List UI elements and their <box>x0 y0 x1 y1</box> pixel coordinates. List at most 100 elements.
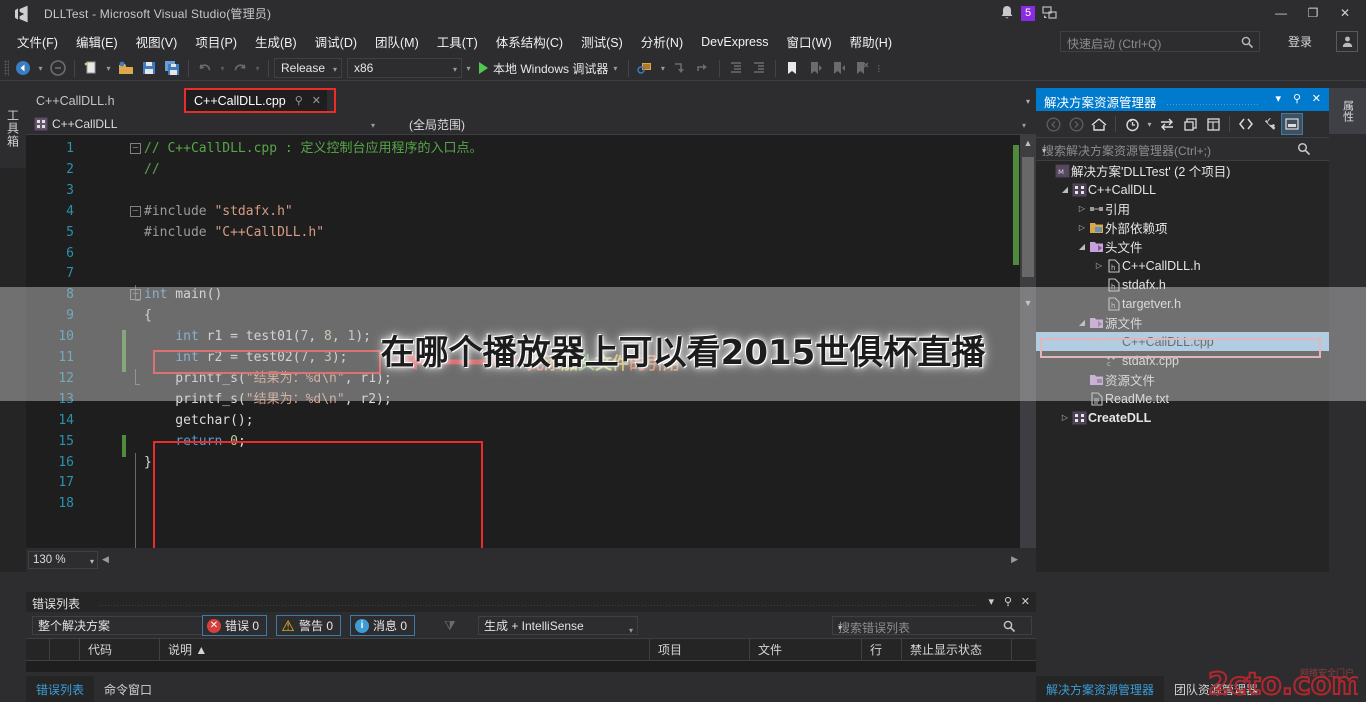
chevron-down-icon[interactable]: ▾ <box>1042 146 1322 155</box>
redo-dropdown[interactable]: ▾ <box>252 57 263 79</box>
back-icon[interactable] <box>1042 113 1064 135</box>
editor-tab-h[interactable]: C++CallDLL.h <box>26 88 125 113</box>
tree-item[interactable]: 资源文件 <box>1036 370 1329 389</box>
undo-dropdown[interactable]: ▾ <box>217 57 228 79</box>
scroll-down-icon[interactable]: ▼ <box>1020 295 1036 311</box>
error-list-search[interactable]: 搜索错误列表 ▾ <box>832 616 1032 635</box>
solution-platform-combo[interactable]: x86 ▾ <box>347 58 462 78</box>
menu-item-view[interactable]: 视图(V) <box>127 28 187 55</box>
fold-collapse-icon[interactable]: – <box>130 205 141 217</box>
chevron-down-icon[interactable]: ▾ <box>613 64 617 73</box>
tree-item[interactable]: c stdafx.cpp <box>1036 351 1329 370</box>
clear-bookmark-icon[interactable] <box>850 57 872 79</box>
scope-combo-left[interactable]: C++CallDLL ▾ <box>30 114 380 134</box>
scroll-up-icon[interactable]: ▲ <box>1020 135 1036 151</box>
tree-item[interactable]: ◢ C++CallDLL <box>1036 180 1329 199</box>
scope-combo-right[interactable]: (全局范围) ▾ <box>401 114 1031 134</box>
tree-item[interactable]: ▷ c C++CallDLL.cpp <box>1036 332 1329 351</box>
new-item-dropdown[interactable]: ▾ <box>103 57 114 79</box>
solution-explorer-search[interactable]: 搜索解决方案资源管理器(Ctrl+;) ▾ <box>1036 137 1329 161</box>
tree-item[interactable]: м 解决方案'DLLTest' (2 个项目) <box>1036 161 1329 180</box>
toolbar-grip[interactable] <box>4 60 9 76</box>
bookmark-icon[interactable] <box>781 57 803 79</box>
increase-indent-icon[interactable] <box>748 57 770 79</box>
start-debugging-button[interactable]: 本地 Windows 调试器 ▾ <box>475 57 623 79</box>
tree-item[interactable]: ▷ CreateDLL <box>1036 408 1329 427</box>
pin-icon[interactable]: ⚲ <box>1293 92 1301 105</box>
clear-filter-icon[interactable]: ⧩ <box>444 618 456 634</box>
code-line[interactable]: 1 –// C++CallDLL.cpp : 定义控制台应用程序的入口点。 <box>26 139 1036 160</box>
chevron-down-icon[interactable]: ▾ <box>453 65 457 74</box>
navigate-back-dropdown[interactable]: ▾ <box>35 57 46 79</box>
notification-bell-icon[interactable] <box>1000 5 1014 21</box>
close-icon[interactable]: ✕ <box>1021 595 1030 608</box>
message-filter-button[interactable]: i 消息 0 <box>350 615 416 636</box>
dock-tab-command-window[interactable]: 命令窗口 <box>94 676 162 702</box>
properties-window-icon[interactable] <box>1202 113 1224 135</box>
navigate-forward-icon[interactable] <box>47 57 69 79</box>
attach-dropdown[interactable]: ▾ <box>657 57 668 79</box>
quick-launch-input[interactable]: 快速启动 (Ctrl+Q) <box>1060 31 1260 52</box>
tree-item[interactable]: ◢ 源文件 <box>1036 313 1329 332</box>
error-list-body[interactable] <box>26 661 1036 672</box>
code-line[interactable]: 4 – #include "stdafx.h" <box>26 202 1036 223</box>
pin-icon[interactable]: ⚲ <box>295 94 303 107</box>
code-line[interactable]: 8–int main() <box>26 285 1036 306</box>
tree-item[interactable]: ▷ h C++CallDLL.h <box>1036 256 1329 275</box>
menu-item-devexpress[interactable]: DevExpress <box>692 31 777 53</box>
code-line[interactable]: 10 int r1 = test01(7, 8, 1); <box>26 327 1036 348</box>
close-icon[interactable]: ✕ <box>312 94 321 107</box>
build-filter-combo[interactable]: 生成 + IntelliSense ▾ <box>478 616 638 635</box>
undo-icon[interactable] <box>194 57 216 79</box>
editor-tab-cpp[interactable]: C++CallDLL.cpp ⚲ ✕ <box>184 88 327 113</box>
decrease-indent-icon[interactable] <box>725 57 747 79</box>
close-button[interactable]: ✕ <box>1330 2 1360 24</box>
error-filter-button[interactable]: ✕ 错误 0 <box>202 615 268 636</box>
show-all-files-icon[interactable] <box>1235 113 1257 135</box>
sign-in-button[interactable]: 登录 <box>1288 33 1312 50</box>
code-line[interactable]: 13 printf_s("结果为：%d\n", r2); <box>26 390 1036 411</box>
fold-collapse-icon[interactable]: – <box>130 143 141 154</box>
prev-bookmark-icon[interactable] <box>827 57 849 79</box>
open-file-icon[interactable] <box>115 57 137 79</box>
menu-item-debug[interactable]: 调试(D) <box>306 28 366 55</box>
solution-tree[interactable]: м 解决方案'DLLTest' (2 个项目) ◢ C++CallDLL ▷ 引用 ▷ 外部依… <box>1036 161 1329 572</box>
properties-tab[interactable]: 属性 <box>1329 88 1366 134</box>
collapse-all-icon[interactable] <box>1179 113 1201 135</box>
dock-tab-team-explorer[interactable]: 团队资源管理器 <box>1164 676 1268 702</box>
code-editor[interactable]: 1–// C++CallDLL.cpp : 定义控制台应用程序的入口点。 2//3… <box>26 135 1036 548</box>
pending-changes-icon[interactable] <box>1121 113 1143 135</box>
toolbox-tab[interactable]: 工具箱 <box>0 88 26 168</box>
chevron-collapsed-icon[interactable]: ▷ <box>1076 223 1088 232</box>
code-line[interactable]: 2 // <box>26 160 1036 181</box>
menu-item-help[interactable]: 帮助(H) <box>841 28 901 55</box>
tree-item[interactable]: ▷ 外部依赖项 <box>1036 218 1329 237</box>
toolbar-overflow-icon[interactable]: ⋮ <box>873 57 884 79</box>
menu-item-architecture[interactable]: 体系结构(C) <box>487 28 572 55</box>
restore-button[interactable]: ❐ <box>1298 2 1328 24</box>
chevron-down-icon[interactable]: ▾ <box>90 557 94 566</box>
chevron-down-icon[interactable]: ▾ <box>371 121 375 130</box>
dock-tab-solution-explorer[interactable]: 解决方案资源管理器 <box>1036 676 1165 702</box>
warning-filter-button[interactable]: ⚠ 警告 0 <box>276 615 342 636</box>
menu-item-file[interactable]: 文件(F) <box>8 28 67 55</box>
save-all-icon[interactable] <box>161 57 183 79</box>
error-list-column-header[interactable]: 文件 <box>750 638 862 661</box>
editor-horizontal-scrollbar[interactable]: ◀ ▶ <box>100 550 1020 570</box>
tree-item[interactable]: ReadMe.txt <box>1036 389 1329 408</box>
zoom-combo[interactable]: 130 % ▾ <box>28 551 98 569</box>
tree-item[interactable]: ◢ 头文件 <box>1036 237 1329 256</box>
save-icon[interactable] <box>138 57 160 79</box>
dock-tab-error-list[interactable]: 错误列表 <box>26 676 95 702</box>
tab-list-icon[interactable]: ▾ <box>1026 97 1030 106</box>
code-line[interactable]: 9{ <box>26 306 1036 327</box>
user-account-icon[interactable] <box>1336 31 1358 52</box>
platform-overflow[interactable]: ▾ <box>463 57 474 79</box>
chevron-collapsed-icon[interactable]: ▷ <box>1076 204 1088 213</box>
menu-item-test[interactable]: 测试(S) <box>572 28 632 55</box>
chevron-collapsed-icon[interactable]: ▷ <box>1093 261 1105 270</box>
menu-item-team[interactable]: 团队(M) <box>366 28 428 55</box>
step-over-icon[interactable] <box>692 57 714 79</box>
menu-item-build[interactable]: 生成(B) <box>246 28 306 55</box>
error-list-header[interactable]: 代码 说明 ▲ 项目 文件行禁止显示状态 <box>26 638 1036 661</box>
